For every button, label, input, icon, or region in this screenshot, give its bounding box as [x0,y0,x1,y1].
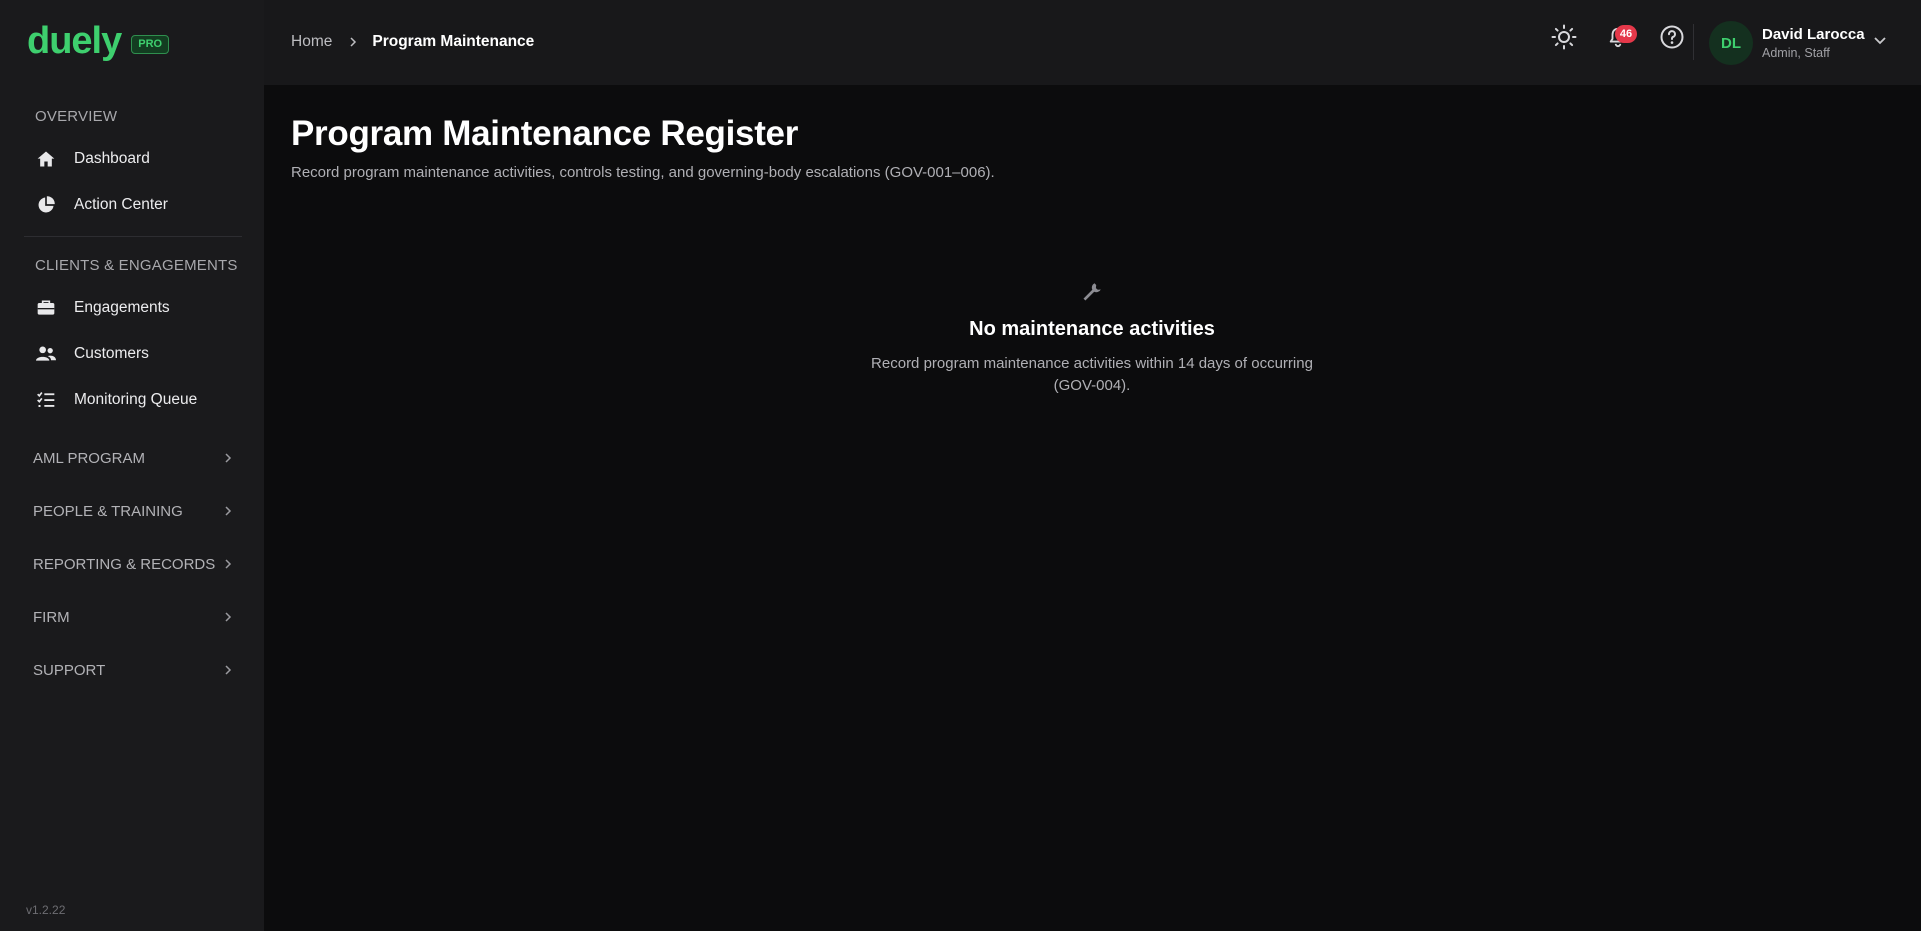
chevron-right-icon [223,503,233,520]
section-title-overview: OVERVIEW [35,108,118,125]
chevron-right-icon [223,450,233,467]
app-version: v1.2.22 [26,903,66,917]
chevron-right-icon [223,662,233,679]
empty-state: No maintenance activities Record program… [772,280,1412,397]
list-check-icon [35,389,57,411]
pro-badge: PRO [131,34,170,54]
theme-toggle-button[interactable] [1551,24,1577,55]
nav-item-dashboard[interactable]: Dashboard [35,144,150,174]
briefcase-icon [35,297,57,319]
sidebar-divider [24,236,242,237]
nav-group-firm[interactable]: FIRM [33,602,233,632]
nav-group-support[interactable]: SUPPORT [33,655,233,685]
nav-item-monitoring-queue[interactable]: Monitoring Queue [35,385,197,415]
logo-text: duely [27,20,122,62]
user-avatar[interactable]: DL [1709,21,1753,65]
nav-group-reporting-records[interactable]: REPORTING & RECORDS [33,549,233,579]
nav-group-label: FIRM [33,608,70,626]
user-name[interactable]: David Larocca [1762,26,1865,43]
sun-icon [1551,24,1577,55]
nav-label: Monitoring Queue [74,391,198,408]
help-circle-icon [1659,24,1685,55]
nav-group-people-training[interactable]: PEOPLE & TRAINING [33,496,233,526]
empty-state-title: No maintenance activities [969,318,1215,340]
user-role: Admin, Staff [1762,46,1830,60]
nav-label: Dashboard [74,150,150,167]
chevron-right-icon [348,37,358,47]
nav-item-action-center[interactable]: Action Center [35,190,168,220]
nav-group-aml-program[interactable]: AML PROGRAM [33,443,233,473]
pie-chart-icon [35,194,57,216]
chevron-right-icon [223,609,233,626]
home-icon [35,148,57,170]
wrench-icon [772,280,1412,304]
nav-group-label: PEOPLE & TRAINING [33,502,183,520]
nav-group-label: SUPPORT [33,661,106,679]
nav-item-customers[interactable]: Customers [35,339,149,369]
breadcrumb-current: Program Maintenance [372,33,535,50]
sidebar: duely PRO OVERVIEW Dashboard Action Cent… [0,0,264,931]
help-button[interactable] [1659,24,1685,55]
page-subtitle: Record program maintenance activities, c… [291,164,995,181]
nav-item-engagements[interactable]: Engagements [35,293,170,323]
nav-label: Action Center [74,196,168,213]
section-title-clients: CLIENTS & ENGAGEMENTS [35,257,238,274]
page-title: Program Maintenance Register [291,114,799,153]
nav-label: Customers [74,345,149,362]
nav-group-label: REPORTING & RECORDS [33,555,216,573]
notifications-count-badge: 46 [1615,25,1637,43]
breadcrumb-home-link[interactable]: Home [291,33,332,51]
nav-label: Engagements [74,299,170,316]
header-divider [1693,24,1694,60]
nav-group-label: AML PROGRAM [33,449,145,467]
empty-state-text: Record program maintenance activities wi… [871,355,1313,394]
logo[interactable]: duely PRO [27,20,170,62]
chevron-right-icon [223,556,233,573]
breadcrumb: Home Program Maintenance [291,33,534,51]
users-icon [35,343,57,365]
chevron-down-icon[interactable] [1872,32,1888,53]
